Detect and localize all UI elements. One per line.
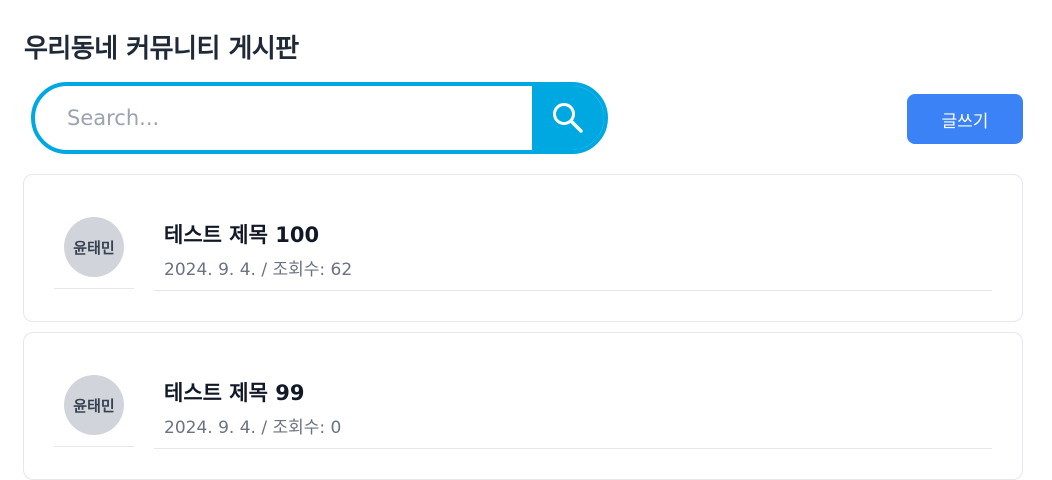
divider [54, 446, 134, 447]
post-card[interactable]: 윤태민 테스트 제목 99 2024. 9. 4. / 조회수: 0 [23, 332, 1023, 480]
divider [154, 448, 992, 449]
post-meta: 2024. 9. 4. / 조회수: 62 [164, 260, 353, 280]
page-title: 우리동네 커뮤니티 게시판 [24, 34, 299, 64]
post-meta: 2024. 9. 4. / 조회수: 0 [164, 418, 342, 438]
search-icon [553, 103, 583, 133]
post-title[interactable]: 테스트 제목 99 [164, 377, 304, 407]
divider [154, 290, 992, 291]
write-post-button[interactable]: 글쓰기 [907, 94, 1023, 144]
avatar: 윤태민 [64, 375, 124, 435]
avatar: 윤태민 [64, 217, 124, 277]
post-title[interactable]: 테스트 제목 100 [164, 219, 319, 249]
divider [54, 288, 134, 289]
search-button[interactable] [532, 86, 604, 150]
post-card[interactable]: 윤태민 테스트 제목 100 2024. 9. 4. / 조회수: 62 [23, 174, 1023, 322]
search-input[interactable] [35, 86, 532, 150]
search-bar [31, 82, 608, 154]
